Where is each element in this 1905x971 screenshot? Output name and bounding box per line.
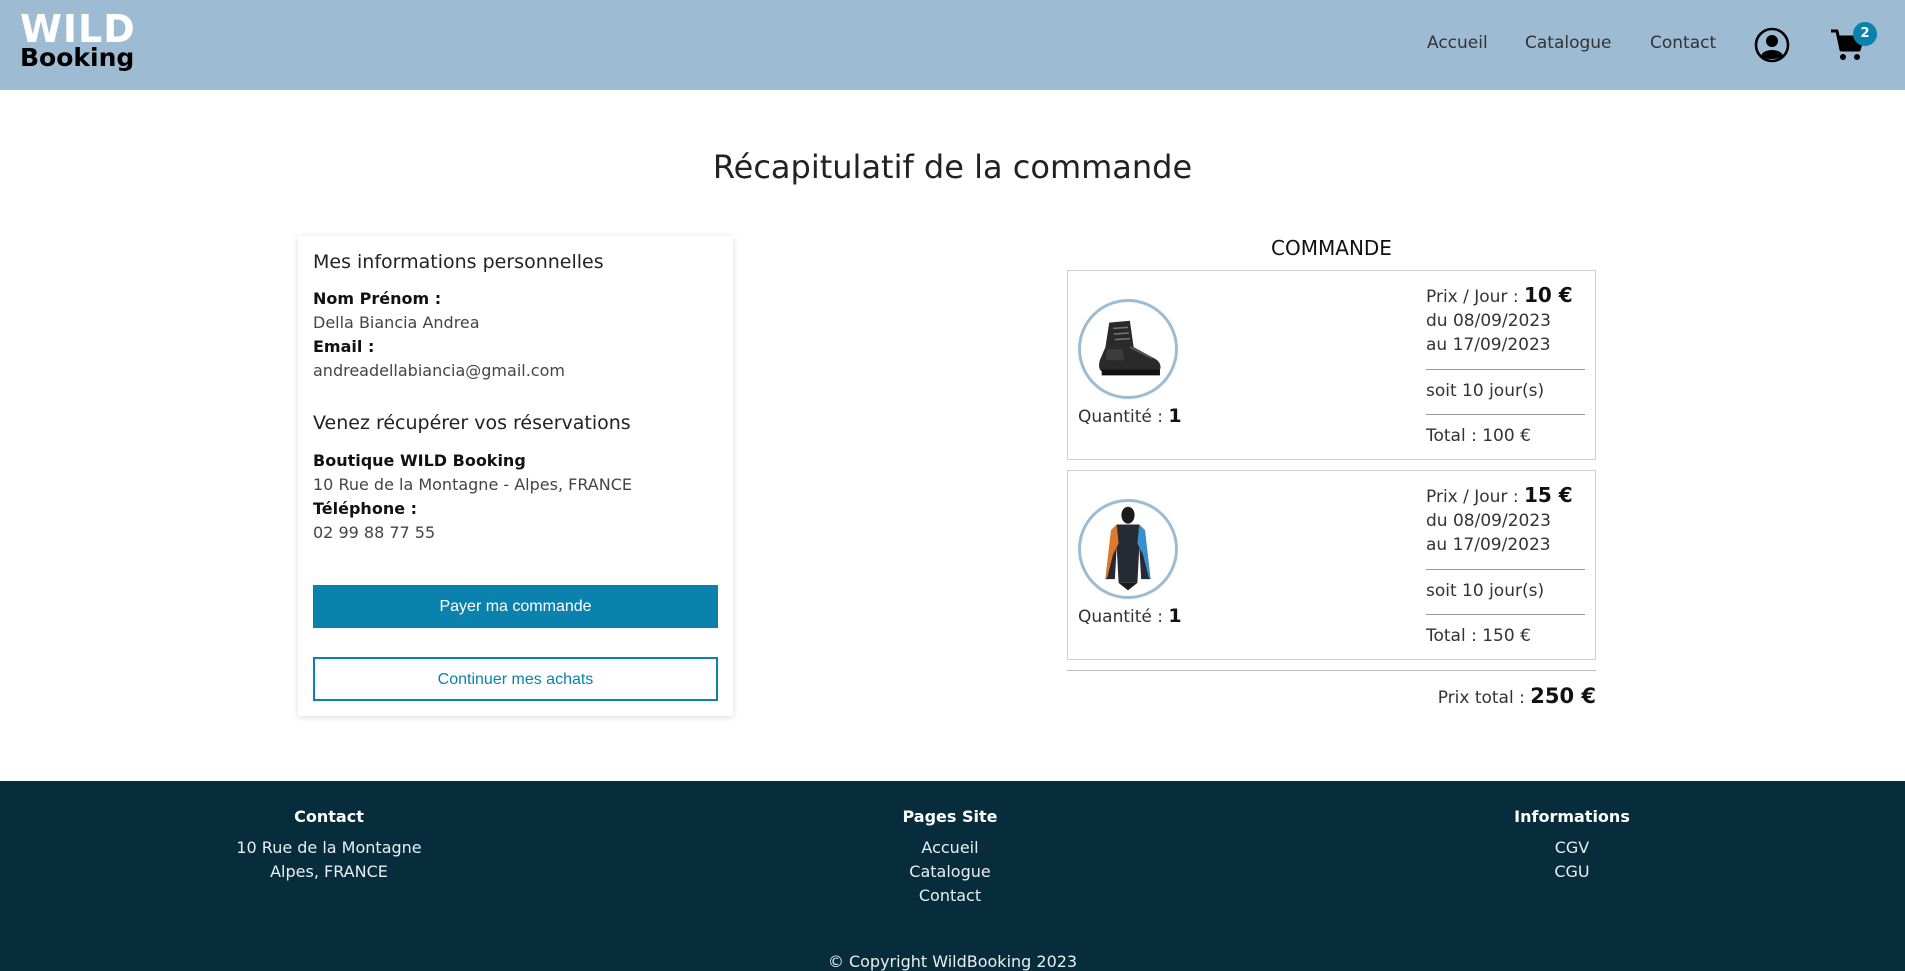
divider [1426,614,1585,615]
quantity-label: Quantité : [1078,607,1163,627]
price-label: Prix / Jour : [1426,487,1519,507]
shop-address: 10 Rue de la Montagne - Alpes, FRANCE [313,475,632,494]
logo-wild-text: WILD [20,7,136,51]
personal-info-heading: Mes informations personnelles [313,251,604,273]
quantity-label: Quantité : [1078,407,1163,427]
date-to: au 17/09/2023 [1426,335,1551,355]
site-header: WILD Booking Accueil Catalogue Contact 2 [0,0,1905,90]
footer-link-catalogue[interactable]: Catalogue [800,860,1100,884]
email-label: Email : [313,337,375,356]
nav-contact[interactable]: Contact [1650,33,1716,53]
page-title: Récapitulatif de la commande [712,148,1193,186]
continue-shopping-button[interactable]: Continuer mes achats [313,657,718,701]
order-title: COMMANDE [1271,236,1392,260]
footer-link-cgv[interactable]: CGV [1422,836,1722,860]
footer-link-contact[interactable]: Contact [800,884,1100,908]
site-footer: Contact 10 Rue de la Montagne Alpes, FRA… [0,781,1905,971]
price-per-day: Prix / Jour : 15 € [1426,483,1573,507]
grand-total-label: Prix total : [1437,688,1525,708]
product-image-wetsuit [1078,499,1178,599]
user-circle-icon[interactable] [1754,27,1790,63]
copyright: © Copyright WildBooking 2023 [827,952,1078,971]
divider [1426,569,1585,570]
rental-days: soit 10 jour(s) [1426,381,1545,401]
personal-info-card: Mes informations personnelles Nom Prénom… [298,236,733,716]
price-label: Prix / Jour : [1426,287,1519,307]
divider [1426,414,1585,415]
footer-contact-heading: Contact [294,807,364,826]
footer-contact: Contact 10 Rue de la Montagne Alpes, FRA… [179,807,479,884]
pickup-heading: Venez récupérer vos réservations [313,412,631,434]
price-value: 10 € [1523,283,1573,307]
footer-pages: Pages Site Accueil Catalogue Contact [800,807,1100,908]
item-total: Total : 100 € [1426,426,1531,446]
price-value: 15 € [1523,483,1573,507]
order-item: Quantité : 1 Prix / Jour : 10 € du 08/09… [1067,270,1596,460]
name-value: Della Biancia Andrea [313,313,480,332]
quantity: Quantité : 1 [1078,405,1182,427]
date-to: au 17/09/2023 [1426,535,1551,555]
grand-total: Prix total : 250 € [1067,684,1596,708]
item-total: Total : 150 € [1426,626,1531,646]
name-label: Nom Prénom : [313,289,442,308]
logo[interactable]: WILD Booking [20,7,136,72]
hiking-boot-icon [1099,320,1161,376]
nav-catalogue[interactable]: Catalogue [1525,33,1612,53]
rental-days: soit 10 jour(s) [1426,581,1545,601]
footer-address-line: Alpes, FRANCE [270,862,388,881]
shop-name: Boutique WILD Booking [313,451,526,470]
divider [1426,369,1585,370]
nav-accueil[interactable]: Accueil [1427,33,1488,53]
email-value: andreadellabiancia@gmail.com [313,361,565,380]
order-item: Quantité : 1 Prix / Jour : 15 € du 08/09… [1067,470,1596,660]
quantity: Quantité : 1 [1078,605,1182,627]
wetsuit-icon [1105,506,1151,591]
grand-total-value: 250 € [1530,684,1596,708]
product-image-hiking-boot [1078,299,1178,399]
quantity-value: 1 [1168,405,1182,427]
footer-pages-heading: Pages Site [902,807,998,826]
quantity-value: 1 [1168,605,1182,627]
pay-order-button[interactable]: Payer ma commande [313,585,718,628]
footer-link-cgu[interactable]: CGU [1422,860,1722,884]
logo-booking-text: Booking [20,43,135,72]
date-from: du 08/09/2023 [1426,311,1551,331]
footer-info-heading: Informations [1514,807,1630,826]
phone-value: 02 99 88 77 55 [313,523,436,542]
date-from: du 08/09/2023 [1426,511,1551,531]
price-per-day: Prix / Jour : 10 € [1426,283,1573,307]
footer-address-line: 10 Rue de la Montagne [236,838,422,857]
phone-label: Téléphone : [313,499,418,518]
footer-link-accueil[interactable]: Accueil [800,836,1100,860]
footer-informations: Informations CGV CGU [1422,807,1722,884]
order-divider [1067,670,1596,671]
cart-count-badge: 2 [1853,22,1877,46]
